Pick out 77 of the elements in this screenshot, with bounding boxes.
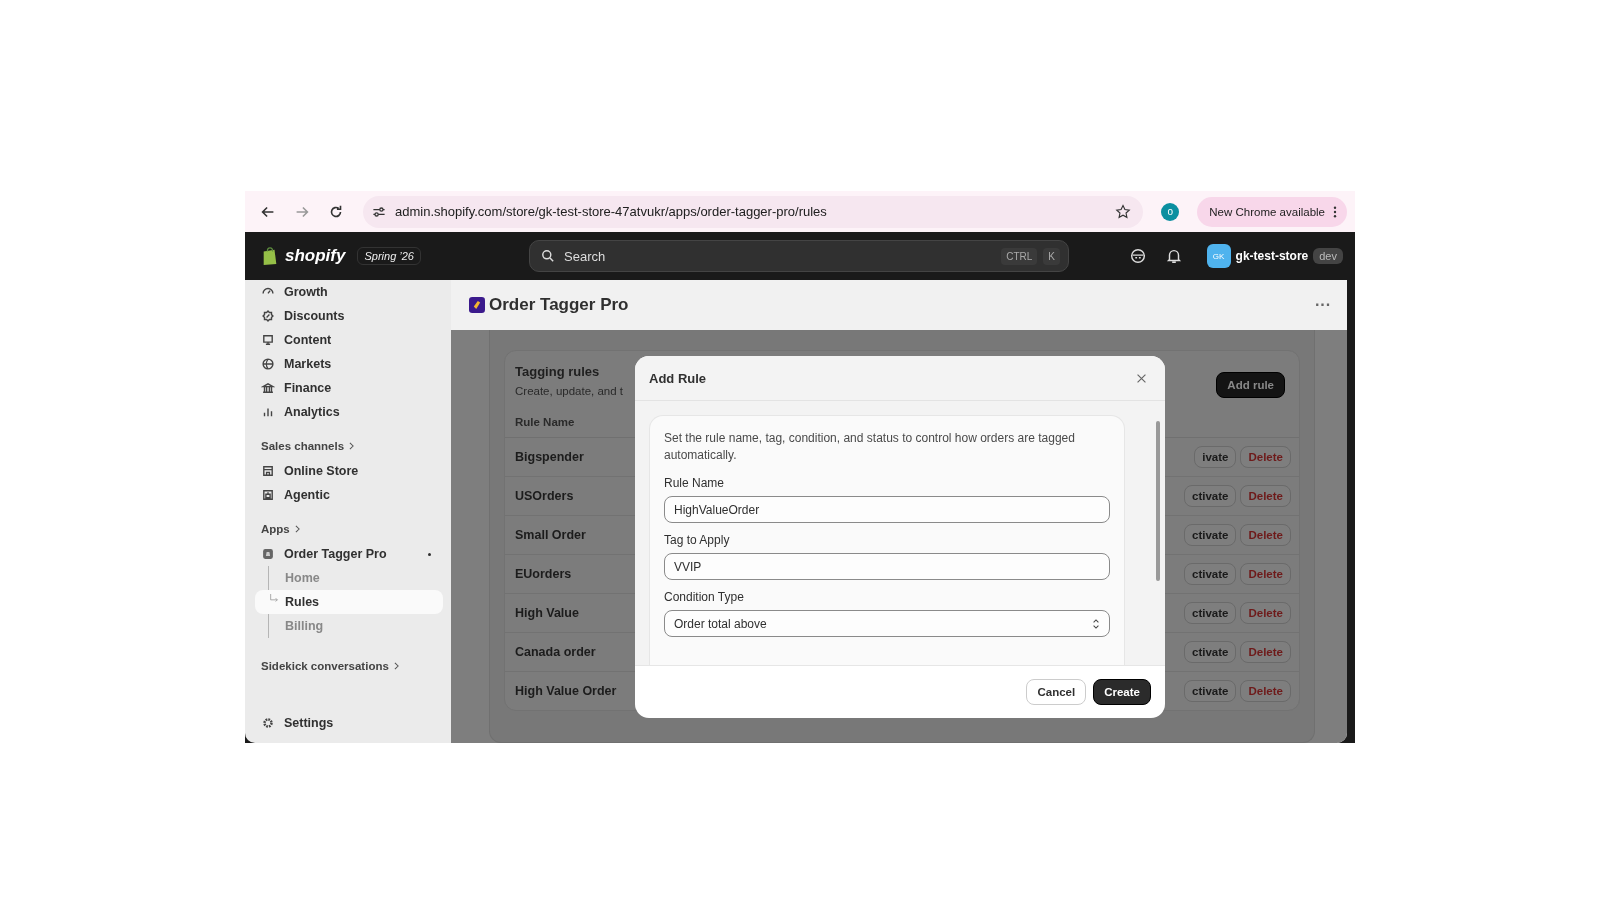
activate-button[interactable]: ctivate (1184, 641, 1237, 663)
cancel-button[interactable]: Cancel (1026, 679, 1087, 705)
section-heading[interactable]: Apps (261, 523, 290, 535)
update-button[interactable]: New Chrome available (1197, 196, 1347, 227)
app-nav-item[interactable]: Order Tagger Pro (253, 542, 443, 566)
rule-name: High Value Order (515, 684, 617, 698)
pin-dot-icon (428, 552, 431, 556)
search-field[interactable]: Search (562, 247, 996, 265)
more-actions-button[interactable]: ··· (1315, 296, 1331, 314)
app-icon (261, 547, 275, 561)
nav-item[interactable]: Growth (253, 280, 443, 304)
rule-name: High Value (515, 606, 579, 620)
app-logo-icon (469, 297, 485, 313)
search-bar[interactable]: Search CTRL K (529, 240, 1069, 272)
section-heading[interactable]: Sales channels (261, 440, 345, 452)
nav-item[interactable]: Markets (253, 352, 443, 376)
card-description: Create, update, and t (515, 385, 624, 397)
activate-button[interactable]: ctivate (1184, 602, 1237, 624)
field-label: Tag to Apply (664, 533, 731, 547)
tree-branch-icon (269, 594, 279, 604)
page-title: Order Tagger Pro (489, 295, 630, 315)
close-icon[interactable] (1136, 372, 1147, 384)
card-title: Tagging rules (515, 364, 601, 379)
profile-avatar[interactable]: o (1161, 202, 1180, 221)
chevron-right-icon (349, 442, 355, 450)
rule-name: USOrders (515, 489, 574, 503)
chevron-right-icon (294, 525, 300, 533)
activate-button[interactable]: ctivate (1184, 680, 1237, 702)
nav-item[interactable]: Discounts (253, 304, 443, 328)
nav-item[interactable]: Finance (253, 376, 443, 400)
more-icon[interactable] (1333, 205, 1337, 218)
column-header: Rule Name (515, 416, 575, 428)
version-badge: Spring ’26 (357, 247, 421, 265)
url-text: admin.shopify.com/store/gk-test-store-47atvukr/apps/order-tagger-pro/rules (395, 204, 828, 219)
logo-text[interactable]: shopify (285, 246, 346, 266)
nav-item[interactable]: Online Store (253, 459, 443, 483)
shopping-bag-icon (261, 246, 279, 266)
text-field[interactable]: VVIP (664, 553, 1110, 580)
rule-name: Small Order (515, 528, 586, 542)
store-menu[interactable]: GK gk-test-store dev (1206, 244, 1343, 268)
monitor-icon (261, 333, 275, 347)
store-icon (261, 464, 275, 478)
select-field[interactable]: Order total above (664, 610, 1110, 637)
nav-item[interactable]: Settings (253, 711, 443, 735)
store-badge: dev (1313, 248, 1343, 264)
create-button[interactable]: Create (1093, 679, 1151, 705)
field-label: Rule Name (664, 476, 726, 490)
add-rule-button[interactable]: Add rule (1216, 372, 1285, 398)
bank-icon (261, 381, 275, 395)
rule-name: EUorders (515, 567, 572, 581)
rule-name: Canada order (515, 645, 596, 659)
activate-button[interactable]: ctivate (1184, 524, 1237, 546)
shortcut-key: CTRL (1001, 247, 1038, 265)
activate-button[interactable]: ivate (1194, 446, 1237, 468)
text-field[interactable]: HighValueOrder (664, 496, 1110, 523)
nav-item[interactable]: Agentic (253, 483, 443, 507)
store-avatar: GK (1206, 244, 1231, 268)
nav-item[interactable]: Content (253, 328, 443, 352)
chevron-up-down-icon (1092, 617, 1100, 630)
activate-button[interactable]: ctivate (1184, 485, 1237, 507)
discount-icon (261, 309, 275, 323)
store-name: gk-test-store (1235, 249, 1309, 263)
globe-icon (261, 357, 275, 371)
shortcut-key: K (1043, 247, 1060, 265)
dialog-description: Set the rule name, tag, condition, and status to control how orders are tagged automatically. (664, 430, 1076, 464)
gear-icon (261, 716, 275, 730)
sub-nav-item[interactable]: Rules (255, 590, 443, 614)
section-heading[interactable]: Sidekick conversations (261, 660, 389, 672)
address-bar[interactable]: admin.shopify.com/store/gk-test-store-47atvukr/apps/order-tagger-pro/rules (363, 195, 1144, 228)
dialog-title: Add Rule (649, 370, 707, 386)
search-icon (540, 248, 556, 264)
chevron-right-icon (393, 662, 399, 670)
star-icon[interactable] (1115, 203, 1132, 220)
field-label: Condition Type (664, 590, 745, 604)
activate-button[interactable]: ctivate (1184, 563, 1237, 585)
rule-name: Bigspender (515, 450, 584, 464)
nav-item[interactable]: Analytics (253, 400, 443, 424)
